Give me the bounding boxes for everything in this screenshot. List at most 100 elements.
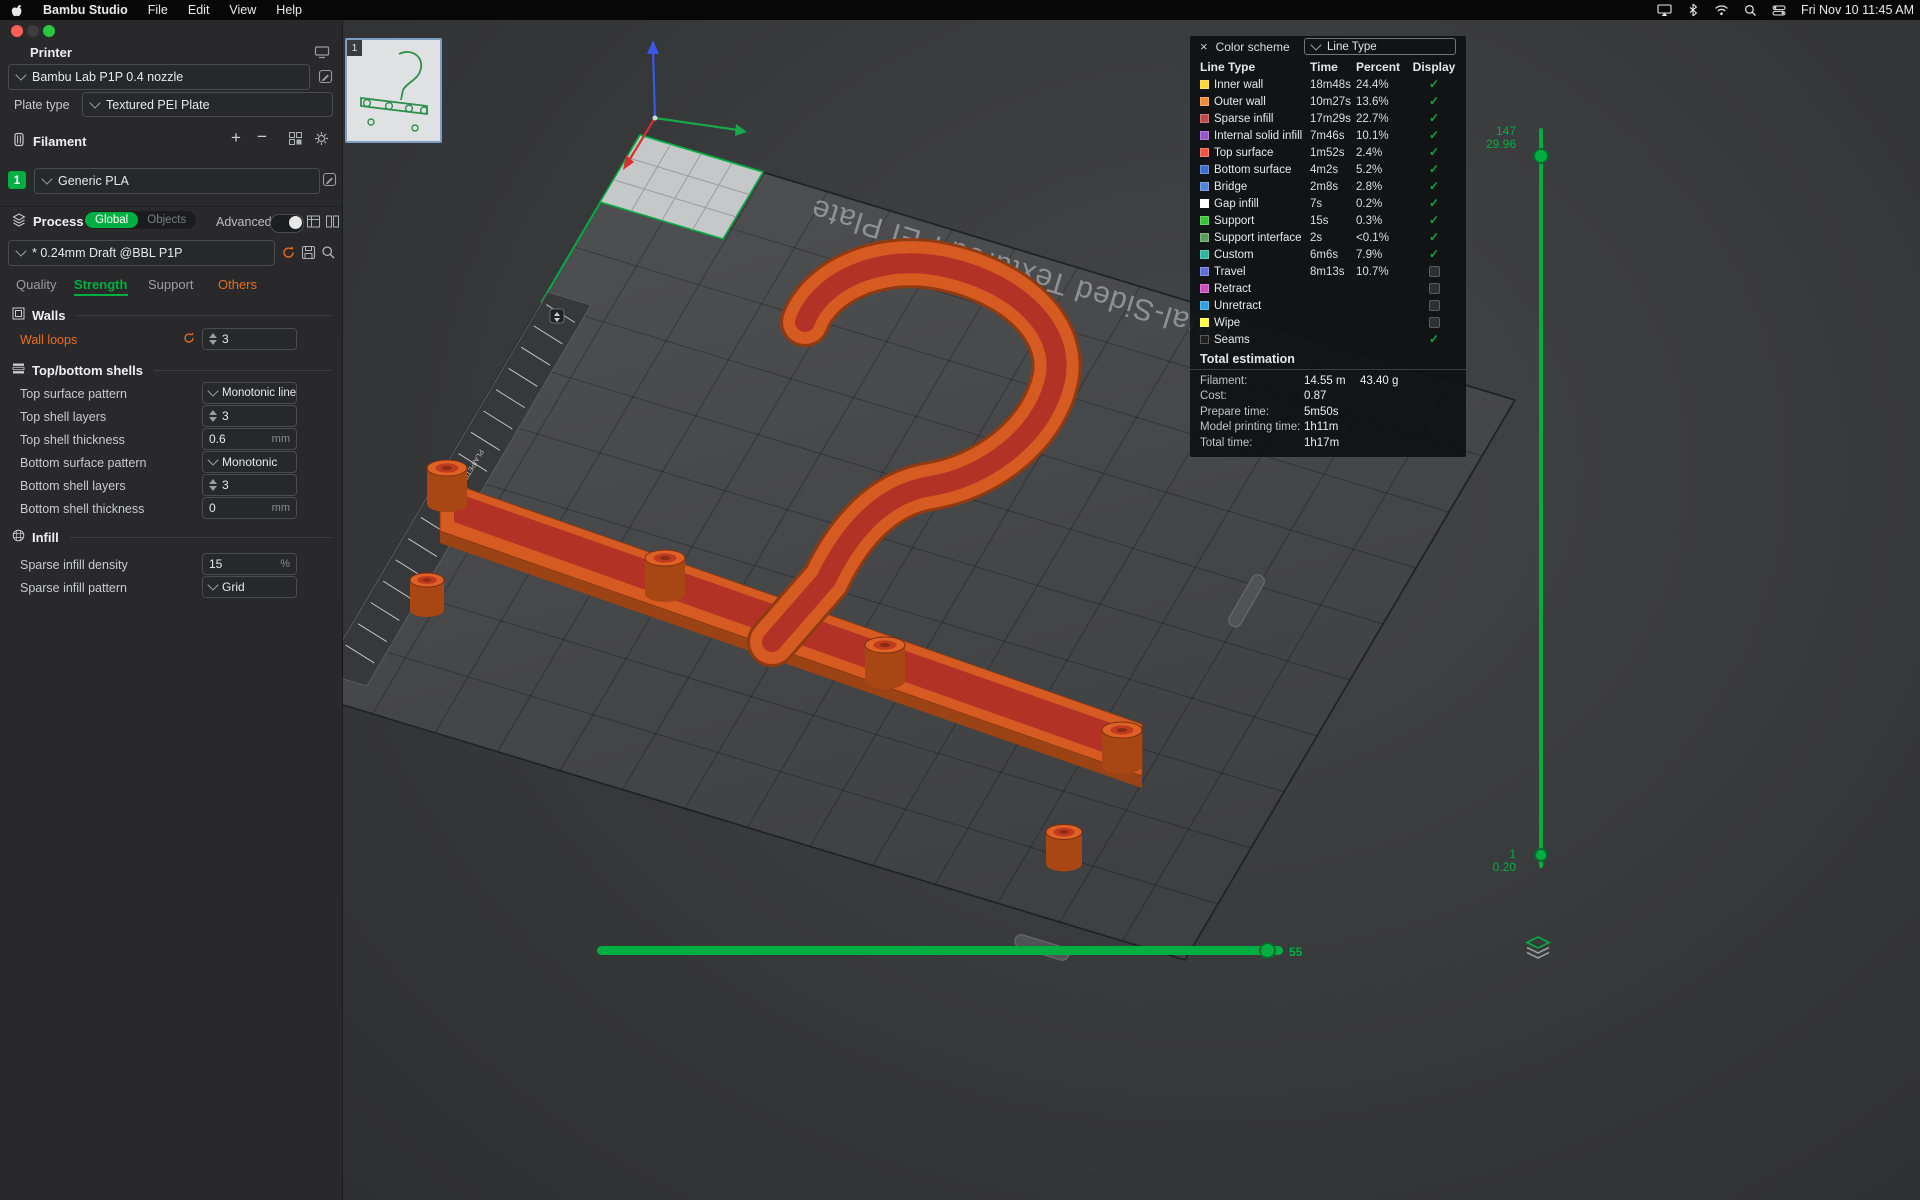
menu-item-file[interactable]: File xyxy=(138,0,178,20)
display-checkbox[interactable]: ✓ xyxy=(1429,248,1439,260)
display-checkbox[interactable] xyxy=(1428,317,1440,328)
line-type-color-swatch xyxy=(1200,284,1209,293)
top-surface-pattern-select[interactable]: Monotonic line xyxy=(202,382,297,404)
printer-preset-select[interactable]: Bambu Lab P1P 0.4 nozzle xyxy=(8,64,310,90)
line-type-name: Custom xyxy=(1214,248,1254,261)
filament-settings-gear-icon[interactable] xyxy=(314,131,330,147)
display-checkbox[interactable]: ✓ xyxy=(1429,163,1439,175)
display-checkbox[interactable]: ✓ xyxy=(1429,180,1439,192)
line-type-color-swatch xyxy=(1200,250,1209,259)
top-shell-layers-spinner[interactable]: 3 xyxy=(202,405,297,427)
top-surface-pattern-value: Monotonic line xyxy=(222,387,297,399)
printer-edit-icon[interactable] xyxy=(318,69,334,85)
flush-volumes-icon[interactable] xyxy=(288,131,304,147)
legend-row: Bottom surface 4m2s 5.2% ✓ xyxy=(1190,161,1466,178)
menu-item-view[interactable]: View xyxy=(219,0,266,20)
chevron-down-icon xyxy=(1310,38,1322,51)
line-type-percent: 5.2% xyxy=(1356,163,1383,176)
menu-item-edit[interactable]: Edit xyxy=(178,0,220,20)
line-type-legend-panel: × Color scheme Line Type Line Type Time … xyxy=(1190,36,1466,457)
line-type-color-swatch xyxy=(1200,318,1209,327)
process-preset-select[interactable]: * 0.24mm Draft @BBL P1P xyxy=(8,240,275,266)
menu-app-name[interactable]: Bambu Studio xyxy=(33,0,138,20)
layer-slider-track[interactable] xyxy=(1539,128,1543,868)
line-type-name: Travel xyxy=(1214,265,1246,278)
reset-preset-icon[interactable] xyxy=(281,245,297,261)
display-checkbox[interactable]: ✓ xyxy=(1429,146,1439,158)
display-checkbox[interactable]: ✓ xyxy=(1429,112,1439,124)
display-checkbox[interactable]: ✓ xyxy=(1429,333,1439,345)
line-type-time: 2m8s xyxy=(1310,180,1339,193)
tab-others[interactable]: Others xyxy=(218,277,257,292)
add-filament-button[interactable]: + xyxy=(231,128,241,148)
plate-thumbnail[interactable]: 1 xyxy=(345,38,442,143)
bottom-shell-thickness-input[interactable]: 0 mm xyxy=(202,497,297,519)
view-type-select[interactable]: Line Type xyxy=(1304,38,1456,55)
display-checkbox[interactable] xyxy=(1428,266,1440,277)
top-shell-thickness-value: 0.6 xyxy=(209,432,226,446)
control-center-icon[interactable] xyxy=(1772,4,1786,17)
filament-preset-select[interactable]: Generic PLA xyxy=(34,168,320,194)
wifi-icon[interactable] xyxy=(1714,4,1729,16)
legend-row: Wipe xyxy=(1190,314,1466,331)
menu-item-help[interactable]: Help xyxy=(266,0,312,20)
display-checkbox[interactable]: ✓ xyxy=(1429,231,1439,243)
display-checkbox[interactable] xyxy=(1428,283,1440,294)
total-value: 0.87 xyxy=(1304,390,1327,403)
display-checkbox[interactable]: ✓ xyxy=(1429,78,1439,90)
bottom-surface-pattern-label: Bottom surface pattern xyxy=(20,456,147,470)
window-minimize-button[interactable] xyxy=(27,25,39,37)
bottom-surface-pattern-select[interactable]: Monotonic xyxy=(202,451,297,473)
search-icon[interactable] xyxy=(1744,4,1757,17)
parameter-table-icon[interactable] xyxy=(306,214,322,230)
display-checkbox[interactable]: ✓ xyxy=(1429,129,1439,141)
wall-loops-spinner[interactable]: 3 xyxy=(202,328,297,350)
menu-clock[interactable]: Fri Nov 10 11:45 AM xyxy=(1801,3,1914,17)
plate-type-select[interactable]: Textured PEI Plate xyxy=(82,92,333,117)
display-checkbox[interactable]: ✓ xyxy=(1429,214,1439,226)
process-section-title: Process xyxy=(33,214,84,229)
filament-slot-badge[interactable]: 1 xyxy=(8,171,26,189)
tab-quality[interactable]: Quality xyxy=(16,277,56,292)
window-close-button[interactable] xyxy=(11,25,23,37)
printer-connection-icon[interactable] xyxy=(314,44,330,60)
spinner-arrows[interactable] xyxy=(209,410,217,422)
line-type-time: 1m52s xyxy=(1310,146,1345,159)
line-type-percent: 24.4% xyxy=(1356,78,1389,91)
top-shell-thickness-input[interactable]: 0.6 mm xyxy=(202,428,297,450)
3d-viewport[interactable]: PLA/PETG/TPU Dual-Sided Textured PEI Pla… xyxy=(342,20,1920,1200)
move-slider-handle[interactable] xyxy=(1259,942,1276,959)
screen-mirroring-icon[interactable] xyxy=(1657,3,1672,17)
compare-presets-icon[interactable] xyxy=(325,214,341,230)
display-checkbox[interactable]: ✓ xyxy=(1429,95,1439,107)
wall-loops-reset-icon[interactable] xyxy=(182,331,198,347)
search-settings-icon[interactable] xyxy=(321,245,337,261)
display-checkbox[interactable] xyxy=(1428,300,1440,311)
tab-support[interactable]: Support xyxy=(148,277,194,292)
scope-global-button[interactable]: Global xyxy=(85,212,139,228)
display-checkbox[interactable]: ✓ xyxy=(1429,197,1439,209)
advanced-toggle[interactable] xyxy=(270,214,304,233)
bluetooth-icon[interactable] xyxy=(1687,3,1699,17)
save-preset-icon[interactable] xyxy=(301,245,317,261)
legend-row: Support interface 2s <0.1% ✓ xyxy=(1190,229,1466,246)
apple-menu-icon[interactable] xyxy=(0,0,33,20)
tab-strength[interactable]: Strength xyxy=(74,277,127,292)
layer-slider-top-handle[interactable] xyxy=(1533,148,1549,164)
close-icon[interactable]: × xyxy=(1200,39,1208,54)
remove-filament-button[interactable]: − xyxy=(257,127,267,147)
layer-slider-top-label: 147 29.96 xyxy=(1462,125,1516,151)
spinner-arrows[interactable] xyxy=(209,333,217,345)
spinner-arrows[interactable] xyxy=(209,479,217,491)
scope-objects-button[interactable]: Objects xyxy=(138,212,195,228)
y-axis-arrow xyxy=(735,124,747,136)
move-slider-track[interactable] xyxy=(597,946,1283,955)
sparse-infill-pattern-select[interactable]: Grid xyxy=(202,576,297,598)
sparse-infill-density-input[interactable]: 15 % xyxy=(202,553,297,575)
filament-edit-icon[interactable] xyxy=(322,172,338,188)
window-zoom-button[interactable] xyxy=(43,25,55,37)
layers-view-icon[interactable] xyxy=(1524,934,1552,967)
line-type-percent: 10.7% xyxy=(1356,265,1389,278)
bottom-shell-layers-spinner[interactable]: 3 xyxy=(202,474,297,496)
layer-slider-bottom-handle[interactable] xyxy=(1534,848,1548,862)
